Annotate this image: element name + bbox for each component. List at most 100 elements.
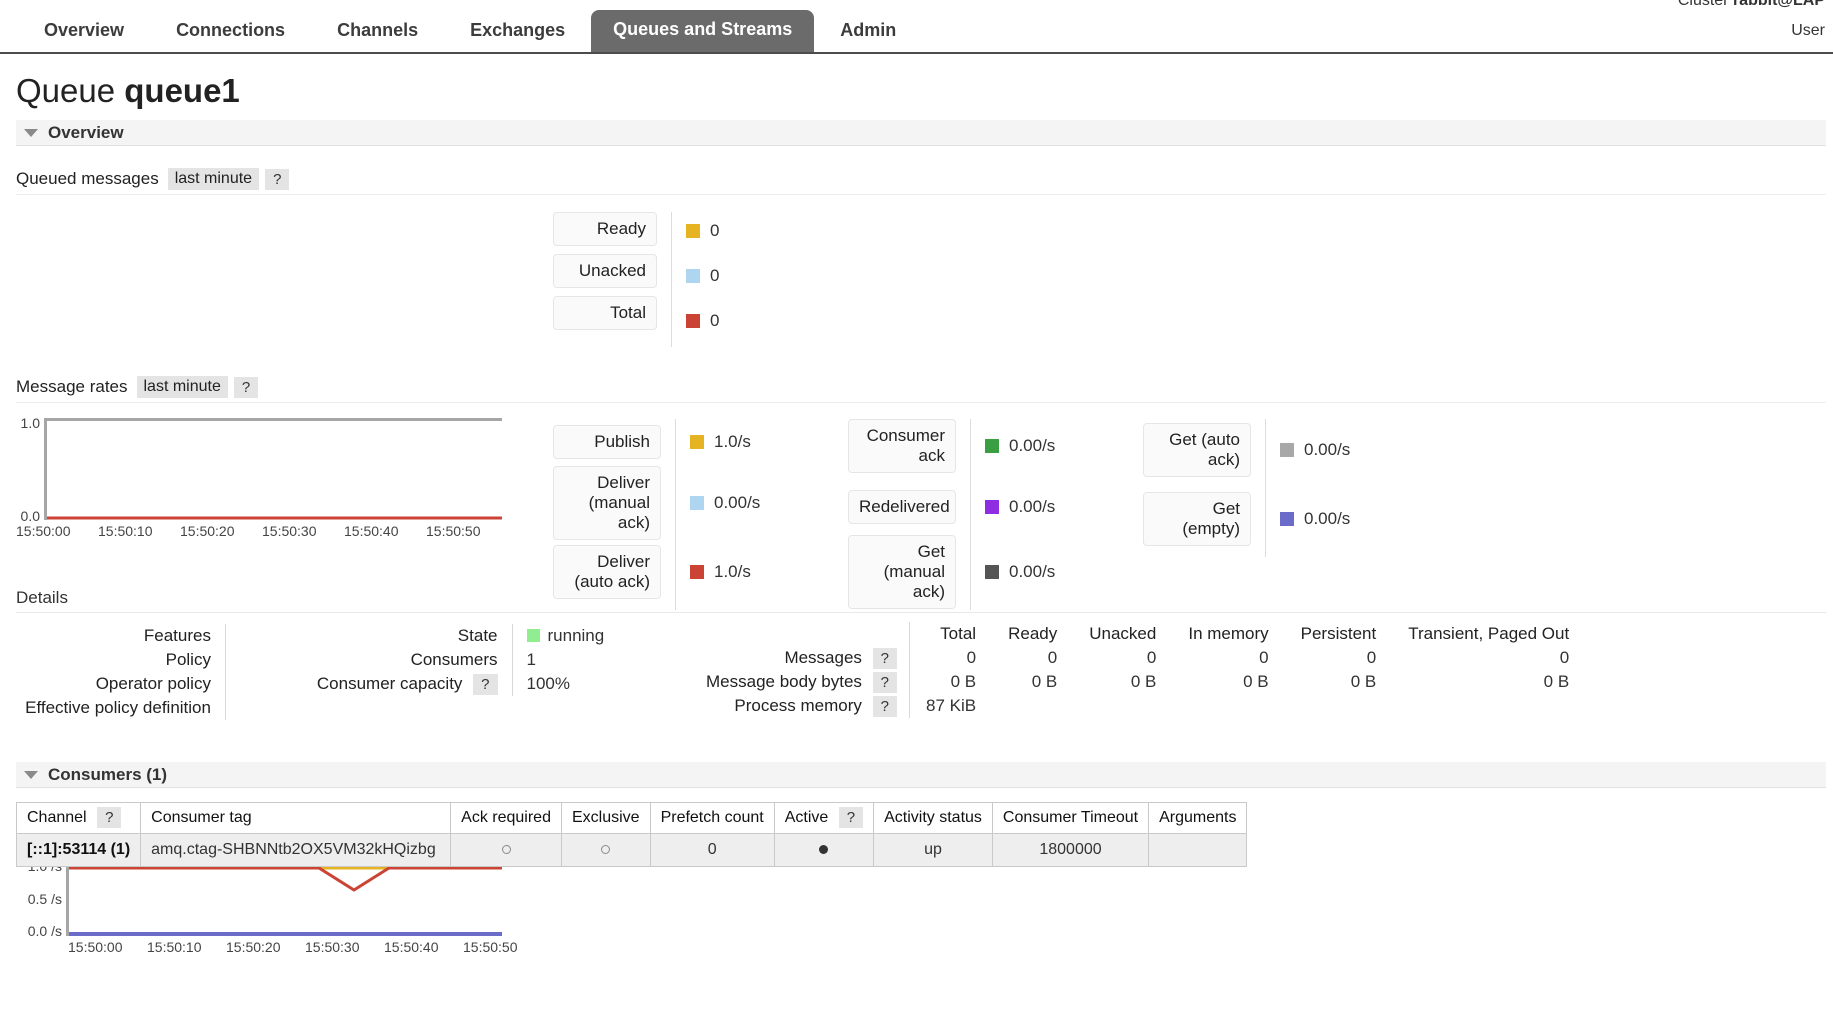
- message-rates-ytick-1: 0.5 /s: [27, 891, 62, 907]
- legend-row: Get (empty): [1143, 488, 1251, 549]
- messages-total: 0: [909, 646, 993, 670]
- legend-button-unacked[interactable]: Unacked: [553, 254, 657, 288]
- section-overview-label: Overview: [48, 122, 124, 142]
- circle-filled-icon: [819, 845, 829, 854]
- messages-label: Messages: [784, 648, 862, 667]
- nav-tab-admin[interactable]: Admin: [814, 12, 922, 52]
- message-rates-help-icon[interactable]: ?: [233, 376, 259, 398]
- consumer-capacity-help-icon[interactable]: ?: [473, 674, 498, 695]
- legend-value-ready: 0: [710, 220, 720, 240]
- legend-value-row: 0: [686, 257, 719, 294]
- legend-buttons: Get (auto ack) Get (empty): [1143, 419, 1251, 557]
- process-memory-help-icon[interactable]: ?: [872, 696, 897, 717]
- details-row: Operator policy: [0, 672, 240, 696]
- queued-messages-help-icon[interactable]: ?: [265, 168, 290, 190]
- legend-button-get-empty[interactable]: Get (empty): [1143, 491, 1251, 546]
- message-rates-legend-group-1: Publish Deliver (manual ack) Deliver (au…: [553, 419, 760, 610]
- chevron-down-icon[interactable]: [24, 770, 38, 779]
- details-row: Features: [0, 624, 240, 648]
- legend-button-total[interactable]: Total: [553, 296, 657, 330]
- details-key-consumers: Consumers: [410, 650, 498, 669]
- consumers-col-channel[interactable]: Channel ?: [15, 802, 142, 834]
- legend-value-row: 0.00/s: [985, 419, 1055, 472]
- details-key-features: Features: [143, 626, 211, 645]
- section-overview-header[interactable]: Overview: [16, 120, 1826, 146]
- consumers-col-prefetch-count[interactable]: Prefetch count: [649, 802, 775, 834]
- details-row: Consumers 1: [300, 648, 632, 672]
- message-rates-range[interactable]: last minute: [136, 376, 228, 398]
- consumer-prefetch-count: 0: [649, 833, 775, 867]
- message-rates-xtick-0: 15:50:00: [68, 939, 123, 955]
- consumer-active: [773, 833, 875, 867]
- consumers-col-arguments[interactable]: Arguments: [1148, 802, 1248, 834]
- messages-table-row: Process memory ? 87 KiB: [690, 694, 1585, 718]
- legend-value-row: 0: [686, 212, 719, 249]
- swatch-publish-icon: [690, 434, 704, 449]
- message-rates-xtick-1: 15:50:10: [147, 939, 202, 955]
- details-row: Policy: [0, 648, 240, 672]
- legend-button-consumer-ack[interactable]: Consumer ack: [848, 418, 956, 473]
- legend-button-deliver-manual-ack[interactable]: Deliver (manual ack): [553, 465, 661, 540]
- consumers-col-consumer-timeout[interactable]: Consumer Timeout: [991, 802, 1150, 834]
- message-rates-legend-group-2: Consumer ack Redelivered Get (manual ack…: [848, 418, 1056, 610]
- channel-help-icon[interactable]: ?: [97, 807, 122, 828]
- messages-row-label-body-bytes: Message body bytes ?: [690, 670, 910, 694]
- legend-button-redelivered[interactable]: Redelivered: [848, 489, 956, 524]
- message-body-bytes-help-icon[interactable]: ?: [872, 672, 897, 693]
- legend-value-total: 0: [710, 310, 720, 330]
- swatch-total-icon: [686, 313, 700, 328]
- section-consumers-header[interactable]: Consumers (1): [16, 762, 1826, 788]
- legend-buttons: Consumer ack Redelivered Get (manual ack…: [848, 418, 956, 610]
- nav-tab-channels[interactable]: Channels: [311, 12, 444, 52]
- details-messages-table: Total Ready Unacked In memory Persistent…: [690, 622, 1586, 718]
- queued-messages-range[interactable]: last minute: [167, 168, 260, 190]
- page-title-prefix: Queue: [16, 72, 125, 109]
- consumers-col-active[interactable]: Active ?: [773, 802, 875, 834]
- legend-value-row: 0.00/s: [1280, 488, 1350, 549]
- cluster-name: rabbit@LAP: [1732, 0, 1825, 9]
- consumers-col-consumer-tag[interactable]: Consumer tag: [140, 802, 452, 834]
- messages-col-total: Total: [909, 622, 993, 646]
- legend-divider: [671, 212, 672, 347]
- consumer-channel[interactable]: [::1]:53114 (1): [15, 833, 142, 867]
- message-rates-xtick-5: 15:50:50: [463, 939, 518, 955]
- legend-button-get-auto-ack[interactable]: Get (auto ack): [1143, 422, 1251, 477]
- legend-row: Consumer ack: [848, 418, 956, 473]
- message-rates-title: Message rates: [16, 377, 128, 396]
- swatch-redelivered-icon: [985, 499, 999, 514]
- details-key-policy: Policy: [165, 650, 211, 669]
- nav-tab-connections[interactable]: Connections: [150, 12, 311, 52]
- consumers-col-ack-required[interactable]: Ack required: [450, 802, 562, 834]
- details-key-effective-policy-definition: Effective policy definition: [25, 698, 211, 717]
- consumer-ack-required: [450, 833, 562, 867]
- message-rates-xtick-2: 15:50:20: [226, 939, 281, 955]
- nav-tab-overview[interactable]: Overview: [18, 12, 150, 52]
- active-help-icon[interactable]: ?: [838, 807, 864, 828]
- legend-divider: [675, 419, 676, 610]
- process-memory-total: 87 KiB: [909, 694, 993, 718]
- details-value-operator-policy: [224, 672, 240, 696]
- section-consumers-label: Consumers (1): [48, 764, 168, 784]
- process-memory-blank-3: [1172, 694, 1284, 718]
- nav-tab-queues-and-streams[interactable]: Queues and Streams: [591, 10, 815, 52]
- details-mid-table: State running Consumers 1 Consumer capac…: [300, 624, 632, 696]
- legend-value-row: 0.00/s: [690, 472, 760, 533]
- consumers-table-header-row: Channel ? Consumer tag Ack required Excl…: [15, 802, 1248, 834]
- nav-tab-exchanges[interactable]: Exchanges: [444, 12, 591, 52]
- details-row: State running: [300, 624, 632, 648]
- legend-button-publish[interactable]: Publish: [553, 424, 661, 459]
- legend-value-get-empty: 0.00/s: [1304, 508, 1351, 528]
- messages-col-transient-paged-out: Transient, Paged Out: [1408, 624, 1570, 643]
- legend-row: Ready: [553, 212, 657, 246]
- legend-button-ready[interactable]: Ready: [553, 212, 657, 246]
- chevron-down-icon[interactable]: [24, 128, 38, 137]
- cluster-prefix: Cluster: [1677, 0, 1733, 9]
- legend-buttons: Publish Deliver (manual ack) Deliver (au…: [553, 419, 661, 610]
- messages-help-icon[interactable]: ?: [872, 648, 897, 669]
- body-bytes-total: 0 B: [909, 670, 993, 694]
- consumers-col-exclusive[interactable]: Exclusive: [560, 802, 651, 834]
- legend-value-redelivered: 0.00/s: [1009, 496, 1056, 516]
- process-memory-label: Process memory: [734, 696, 862, 715]
- active-header-label: Active: [784, 809, 829, 826]
- consumers-col-activity-status[interactable]: Activity status: [873, 802, 993, 834]
